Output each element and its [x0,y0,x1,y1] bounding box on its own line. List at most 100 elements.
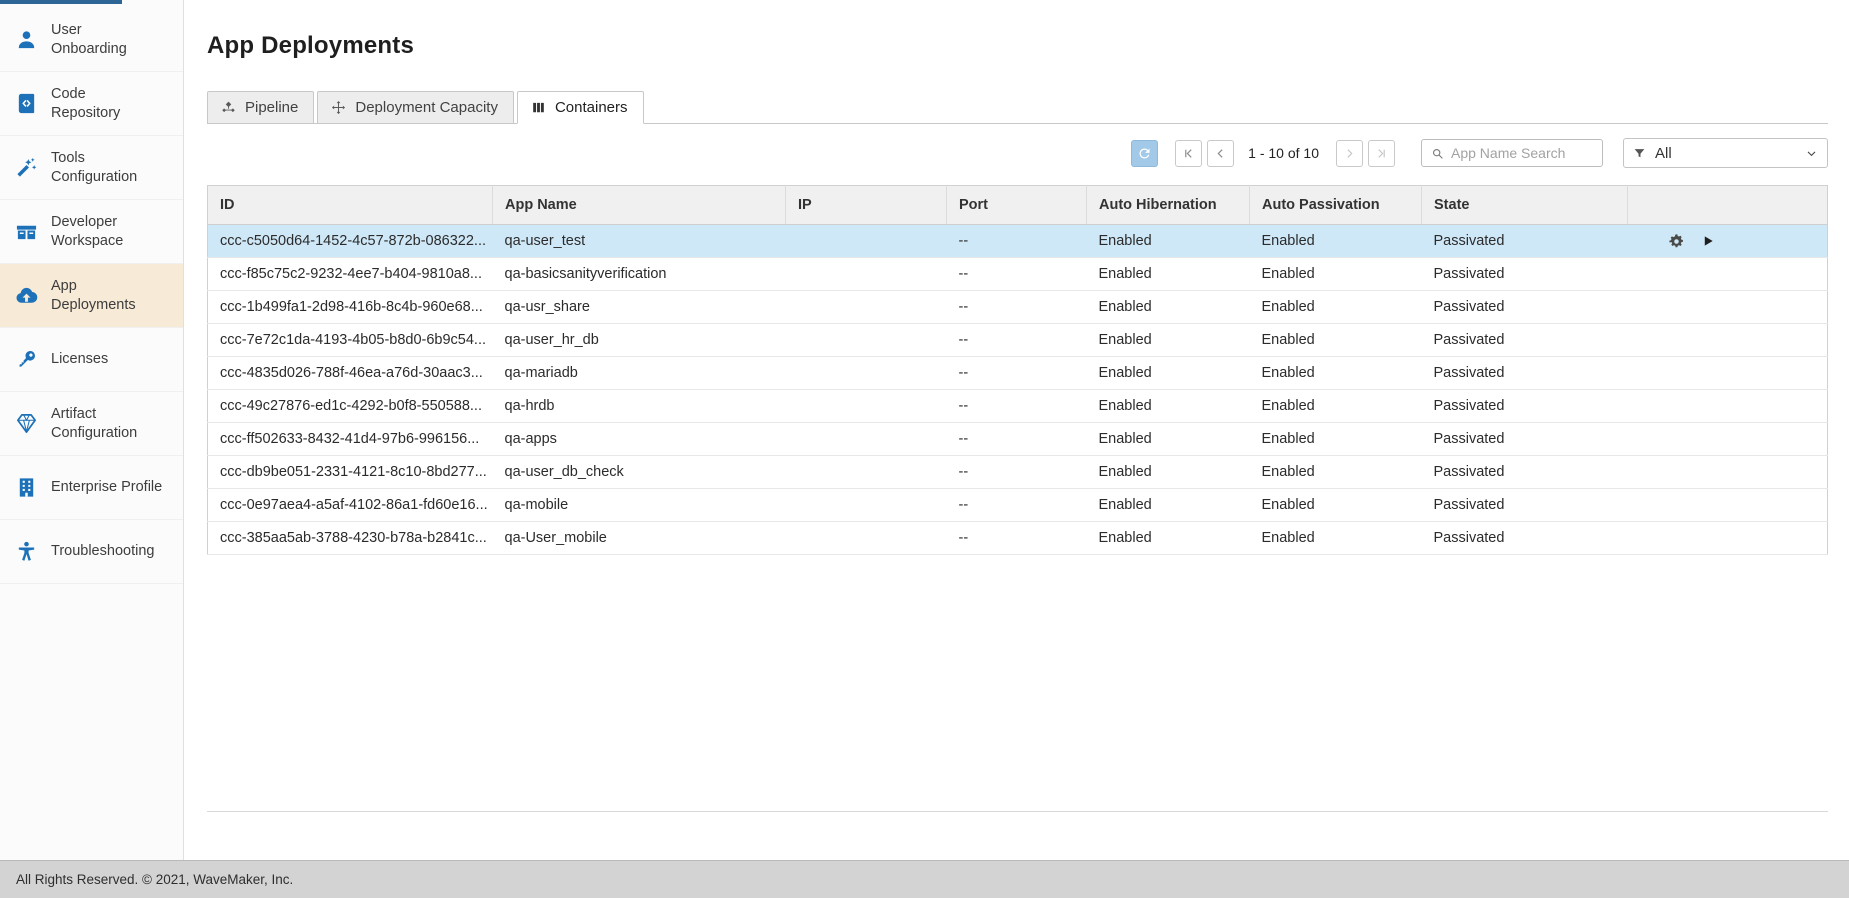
cell-auto-passivation: Enabled [1250,456,1422,489]
sidebar-item-label: Tools Configuration [51,149,137,186]
column-header-app-name: App Name [493,186,786,225]
table-row[interactable]: ccc-ff502633-8432-41d4-97b6-996156... qa… [208,423,1828,456]
sidebar-item-troubleshooting[interactable]: Troubleshooting [0,520,183,584]
cell-app-name: qa-hrdb [493,390,786,423]
cell-ip [786,291,947,324]
cell-auto-hibernation: Enabled [1087,423,1250,456]
cell-app-name: qa-User_mobile [493,522,786,555]
cell-port: -- [947,258,1087,291]
refresh-button[interactable] [1131,140,1158,167]
sidebar-item-licenses[interactable]: Licenses [0,328,183,392]
table-row[interactable]: ccc-c5050d64-1452-4c57-872b-086322... qa… [208,225,1828,258]
tab-pipeline[interactable]: Pipeline [207,91,314,124]
cell-state: Passivated [1422,423,1628,456]
last-page-icon [1375,147,1388,160]
cell-auto-passivation: Enabled [1250,225,1422,258]
filter-dropdown[interactable]: All [1623,138,1828,168]
cell-app-name: qa-basicsanityverification [493,258,786,291]
sidebar-item-app-deployments[interactable]: App Deployments [0,264,183,328]
cell-id: ccc-ff502633-8432-41d4-97b6-996156... [208,423,493,456]
cell-app-name: qa-user_db_check [493,456,786,489]
tab-label: Pipeline [245,99,298,116]
table-row[interactable]: ccc-1b499fa1-2d98-416b-8c4b-960e68... qa… [208,291,1828,324]
cell-auto-hibernation: Enabled [1087,258,1250,291]
column-header-ip: IP [786,186,947,225]
sidebar: User Onboarding Code Repository Tools Co… [0,0,184,860]
sidebar-item-user-onboarding[interactable]: User Onboarding [0,8,183,72]
sidebar-item-code-repository[interactable]: Code Repository [0,72,183,136]
cell-id: ccc-4835d026-788f-46ea-a76d-30aac3... [208,357,493,390]
sidebar-item-artifact-configuration[interactable]: Artifact Configuration [0,392,183,456]
cell-app-name: qa-user_test [493,225,786,258]
first-page-icon [1182,147,1195,160]
cell-auto-hibernation: Enabled [1087,522,1250,555]
cell-state: Passivated [1422,291,1628,324]
table-row[interactable]: ccc-f85c75c2-9232-4ee7-b404-9810a8... qa… [208,258,1828,291]
sidebar-item-enterprise-profile[interactable]: Enterprise Profile [0,456,183,520]
sidebar-item-label: Troubleshooting [51,542,154,561]
tab-bar: Pipeline Deployment Capacity Containers [207,90,1828,124]
cell-ip [786,489,947,522]
settings-icon[interactable] [1668,233,1685,250]
search-icon [1431,147,1444,160]
cell-auto-passivation: Enabled [1250,522,1422,555]
filter-selected-value: All [1655,145,1796,162]
cell-port: -- [947,357,1087,390]
previous-page-button[interactable] [1207,140,1234,167]
cell-state: Passivated [1422,324,1628,357]
cell-state: Passivated [1422,456,1628,489]
cell-state: Passivated [1422,489,1628,522]
top-accent-strip [0,0,122,4]
troubleshoot-icon [15,540,38,563]
user-icon [15,28,38,51]
cell-app-name: qa-user_hr_db [493,324,786,357]
gem-icon [15,412,38,435]
tab-deployment-capacity[interactable]: Deployment Capacity [317,91,514,124]
table-row[interactable]: ccc-0e97aea4-a5af-4102-86a1-fd60e16... q… [208,489,1828,522]
cell-port: -- [947,456,1087,489]
cell-auto-hibernation: Enabled [1087,489,1250,522]
search-input[interactable] [1451,145,1593,161]
cell-id: ccc-1b499fa1-2d98-416b-8c4b-960e68... [208,291,493,324]
cell-id: ccc-7e72c1da-4193-4b05-b8d0-6b9c54... [208,324,493,357]
sidebar-item-label: Enterprise Profile [51,478,162,497]
cell-ip [786,390,947,423]
table-row[interactable]: ccc-4835d026-788f-46ea-a76d-30aac3... qa… [208,357,1828,390]
cell-port: -- [947,324,1087,357]
cell-app-name: qa-apps [493,423,786,456]
sidebar-item-developer-workspace[interactable]: Developer Workspace [0,200,183,264]
first-page-button[interactable] [1175,140,1202,167]
cell-state: Passivated [1422,390,1628,423]
sidebar-item-tools-configuration[interactable]: Tools Configuration [0,136,183,200]
cell-auto-passivation: Enabled [1250,357,1422,390]
cell-auto-passivation: Enabled [1250,423,1422,456]
last-page-button[interactable] [1368,140,1395,167]
run-icon[interactable] [1701,234,1715,248]
filter-icon [1633,147,1646,160]
app-name-search [1421,139,1603,167]
table-row[interactable]: ccc-49c27876-ed1c-4292-b0f8-550588... qa… [208,390,1828,423]
tab-containers[interactable]: Containers [517,91,644,124]
cell-app-name: qa-mariadb [493,357,786,390]
table-row[interactable]: ccc-7e72c1da-4193-4b05-b8d0-6b9c54... qa… [208,324,1828,357]
content-bottom-divider [207,811,1828,812]
cell-state: Passivated [1422,357,1628,390]
cell-auto-passivation: Enabled [1250,324,1422,357]
column-header-state: State [1422,186,1628,225]
cell-ip [786,225,947,258]
page-title: App Deployments [207,32,1828,60]
cell-port: -- [947,489,1087,522]
table-row[interactable]: ccc-db9be051-2331-4121-8c10-8bd277... qa… [208,456,1828,489]
chevron-right-icon [1343,147,1356,160]
cell-port: -- [947,225,1087,258]
column-header-auto-hibernation: Auto Hibernation [1087,186,1250,225]
cell-auto-hibernation: Enabled [1087,357,1250,390]
tab-label: Deployment Capacity [355,99,498,116]
table-row[interactable]: ccc-385aa5ab-3788-4230-b78a-b2841c... qa… [208,522,1828,555]
pagination-range: 1 - 10 of 10 [1248,145,1319,161]
next-page-button[interactable] [1336,140,1363,167]
containers-icon [531,100,546,115]
cell-auto-passivation: Enabled [1250,489,1422,522]
column-header-actions [1628,186,1828,225]
toolbar: 1 - 10 of 10 All [207,138,1828,168]
